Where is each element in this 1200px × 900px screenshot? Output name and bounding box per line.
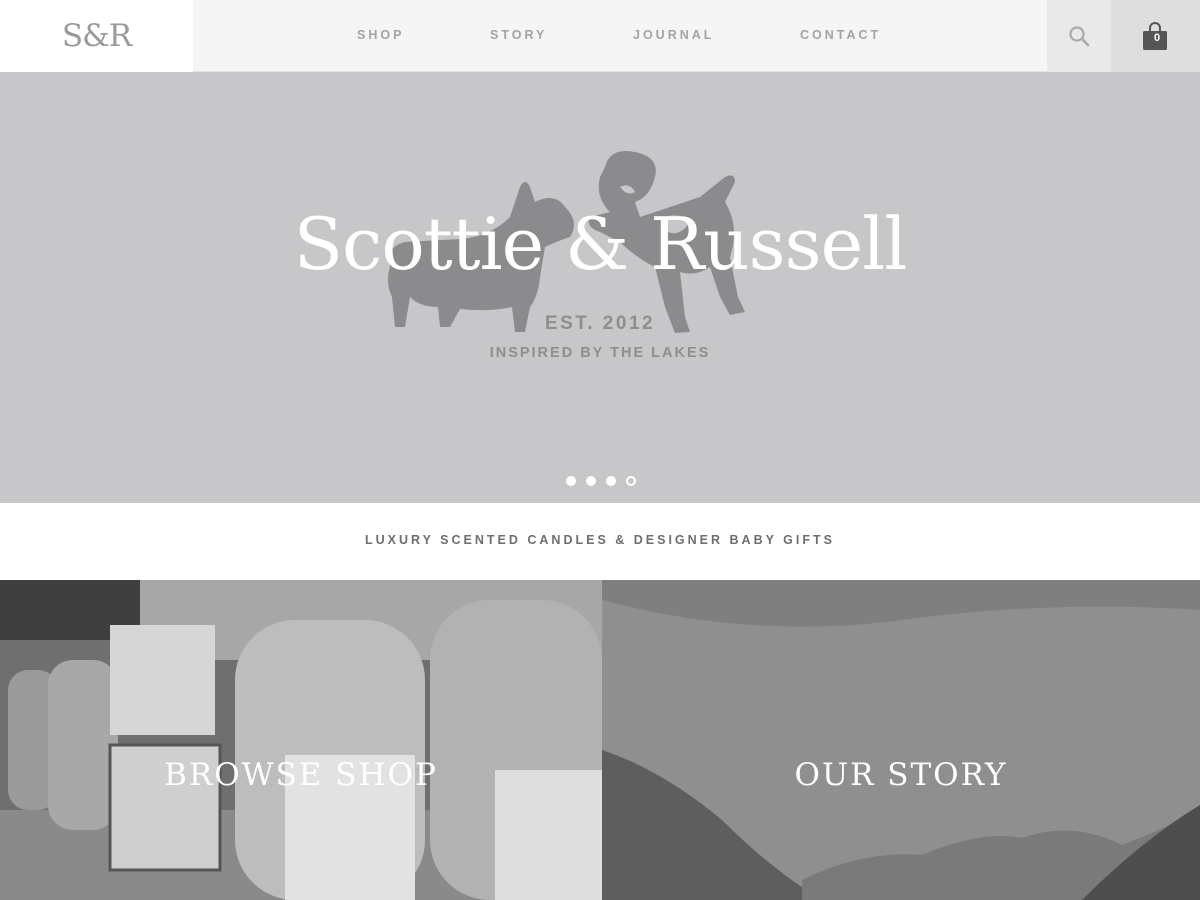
slider-dots [566,476,636,488]
hero-established: EST. 2012 [544,313,656,334]
hero-tagline: INSPIRED BY THE LAKES [489,345,711,361]
hero-title: Scottie & Russell [293,202,908,286]
browse-shop-label: BROWSE SHOP [164,757,438,793]
search-icon [1069,26,1090,47]
slider-dot-3[interactable] [606,476,616,486]
hero-banner: Scottie & Russell EST. 2012 INSPIRED BY … [0,72,1200,503]
site-header: S&R SHOP STORY JOURNAL CONTACT 0 [0,0,1200,72]
nav-contact[interactable]: CONTACT [800,28,881,42]
slider-dot-2[interactable] [586,476,596,486]
nav-journal[interactable]: JOURNAL [633,28,714,42]
cart-count: 0 [1153,32,1161,44]
nav-shop[interactable]: SHOP [357,28,404,42]
mountains-photo [602,580,1200,900]
logo-link[interactable]: S&R [0,0,193,72]
search-button[interactable] [1047,0,1111,72]
our-story-panel[interactable]: OUR STORY [602,580,1200,900]
slider-dot-4[interactable] [626,476,636,486]
strip-text: LUXURY SCENTED CANDLES & DESIGNER BABY G… [364,533,835,547]
logo: S&R [61,18,132,54]
browse-shop-panel[interactable]: BROWSE SHOP [0,580,602,900]
slider-dot-1[interactable] [566,476,576,486]
our-story-label: OUR STORY [794,757,1008,793]
tagline-strip: LUXURY SCENTED CANDLES & DESIGNER BABY G… [0,503,1200,580]
nav-story[interactable]: STORY [490,28,547,42]
candles-photo [0,580,602,900]
